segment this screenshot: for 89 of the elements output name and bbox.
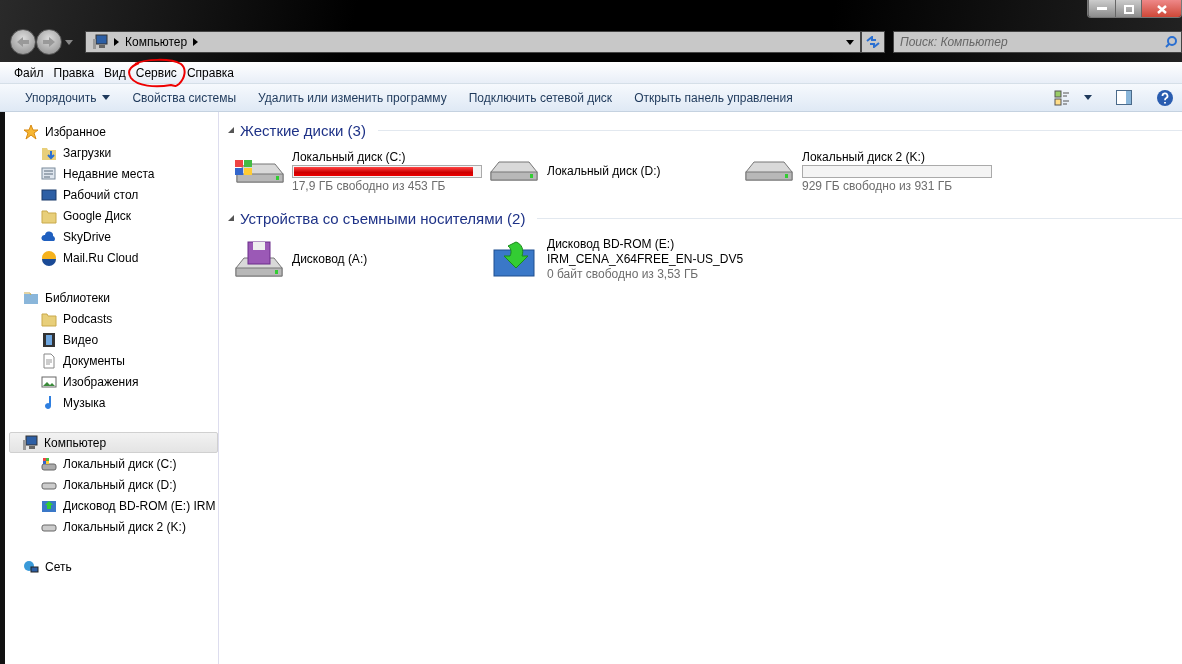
- drive-tile[interactable]: Локальный диск (D:): [487, 142, 742, 200]
- computer-icon: [92, 34, 108, 50]
- nav-tree-item[interactable]: Недавние места: [5, 163, 218, 184]
- refresh-button[interactable]: [861, 31, 885, 53]
- close-button[interactable]: [1141, 0, 1181, 17]
- refresh-arrows-icon: [866, 36, 880, 48]
- dropdown-caret-icon[interactable]: [846, 39, 854, 45]
- video-icon: [41, 331, 57, 348]
- nav-tree-item[interactable]: Google Диск: [5, 205, 218, 226]
- breadcrumb-arrow-icon[interactable]: [114, 38, 119, 46]
- address-bar[interactable]: Компьютер: [85, 31, 861, 53]
- close-icon: [1156, 4, 1167, 14]
- back-button[interactable]: [10, 29, 36, 55]
- toolbar-command[interactable]: Удалить или изменить программу: [247, 86, 458, 109]
- group-heading: Жесткие диски (3): [240, 121, 366, 139]
- folder-icon: [41, 207, 57, 224]
- menu-item[interactable]: Файл: [9, 65, 49, 80]
- picture-icon: [41, 373, 57, 390]
- drive-tile[interactable]: Локальный диск (C:) 17,9 ГБ свободно из 453 ГБ: [232, 142, 487, 200]
- floppy-drive-icon: [235, 241, 283, 277]
- nav-tree-item[interactable]: Локальный диск 2 (K:): [5, 516, 218, 537]
- drive-detail: IRM_CENA_X64FREE_EN-US_DV5: [547, 252, 744, 266]
- star-icon: [23, 123, 39, 140]
- folder-icon: [41, 310, 57, 327]
- maximize-button[interactable]: [1115, 0, 1141, 17]
- document-icon: [41, 352, 57, 369]
- drive-name: Локальный диск 2 (K:): [802, 149, 926, 164]
- drive-name: Локальный диск (D:): [547, 164, 661, 178]
- caret-icon[interactable]: [1084, 95, 1092, 100]
- back-arrow-icon: [17, 37, 29, 47]
- forward-arrow-icon: [43, 37, 55, 47]
- minimize-icon: [1097, 7, 1107, 11]
- menu-item[interactable]: Правка: [48, 65, 100, 80]
- toolbar-command[interactable]: Открыть панель управления: [623, 86, 804, 109]
- nav-tree-item[interactable]: Дисковод BD-ROM (E:) IRM: [5, 495, 218, 516]
- nav-tree-item[interactable]: Документы: [5, 350, 218, 371]
- toolbar-command[interactable]: Свойства системы: [121, 86, 248, 109]
- collapse-triangle-icon[interactable]: [228, 127, 234, 133]
- recent-icon: [41, 165, 57, 182]
- nav-tree-item[interactable]: Музыка: [5, 392, 218, 413]
- nav-tree-item[interactable]: Локальный диск (C:): [5, 453, 218, 474]
- drive-detail: 0 байт свободно из 3,53 ГБ: [547, 267, 700, 281]
- breadcrumb[interactable]: Компьютер: [125, 35, 188, 49]
- toolbar-command[interactable]: Подключить сетевой диск: [457, 86, 624, 109]
- network-icon: [23, 558, 39, 575]
- maximize-icon: [1123, 4, 1134, 14]
- nav-tree-item[interactable]: Рабочий стол: [5, 184, 218, 205]
- nav-tree-item[interactable]: Изображения: [5, 371, 218, 392]
- drive-detail: 929 ГБ свободно из 931 ГБ: [802, 178, 954, 193]
- help-icon[interactable]: [1156, 88, 1174, 107]
- collapse-triangle-icon[interactable]: [228, 215, 234, 221]
- nav-tree-item[interactable]: Загрузки: [5, 142, 218, 163]
- nav-tree-item[interactable]: Видео: [5, 329, 218, 350]
- search-field[interactable]: Поиск: Компьютер: [893, 31, 1182, 53]
- hard-drive-icon: [490, 161, 538, 181]
- menu-item[interactable]: Справка: [181, 65, 239, 80]
- minimize-button[interactable]: [1088, 0, 1115, 17]
- drive-name: Локальный диск (C:): [292, 149, 407, 164]
- nav-tree-item[interactable]: Компьютер: [9, 432, 218, 453]
- caret-icon: [102, 95, 111, 100]
- hard-drive-icon: [745, 161, 793, 181]
- computer-icon: [22, 434, 38, 451]
- drive-tile[interactable]: Дисковод (A:): [232, 230, 487, 288]
- preview-pane-icon[interactable]: [1116, 90, 1132, 105]
- desktop-icon: [41, 186, 57, 203]
- nav-tree-item[interactable]: SkyDrive: [5, 226, 218, 247]
- disc-drive-icon: [493, 241, 535, 277]
- nav-tree-item[interactable]: Podcasts: [5, 308, 218, 329]
- forward-button[interactable]: [36, 29, 62, 55]
- nav-tree-item[interactable]: Избранное: [5, 121, 218, 142]
- history-caret-icon[interactable]: [65, 39, 73, 45]
- toolbar-command[interactable]: Упорядочить: [14, 86, 122, 109]
- group-heading: Устройства со съемными носителями (2): [240, 209, 526, 227]
- nav-tree-item[interactable]: Mail.Ru Cloud: [5, 247, 218, 268]
- system-drive-icon: [41, 455, 57, 472]
- drive-tile[interactable]: Локальный диск 2 (K:) 929 ГБ свободно из 931 ГБ: [742, 142, 997, 200]
- nav-tree-item[interactable]: Сеть: [5, 556, 218, 577]
- breadcrumb-arrow-icon[interactable]: [193, 38, 199, 46]
- nav-tree-item[interactable]: Локальный диск (D:): [5, 474, 218, 495]
- menu-item[interactable]: Вид: [99, 65, 131, 80]
- system-drive-icon: [234, 159, 284, 183]
- nav-tree-item[interactable]: Библиотеки: [5, 287, 218, 308]
- drive-detail: 17,9 ГБ свободно из 453 ГБ: [292, 178, 447, 193]
- drive-tile[interactable]: Дисковод BD-ROM (E:) IRM_CENA_X64FREE_EN-US_DV5 0 байт свободно из 3,53 ГБ: [487, 230, 742, 288]
- drive-name: Дисковод (A:): [292, 252, 368, 266]
- menu-item[interactable]: Сервис: [130, 65, 182, 80]
- view-options-icon[interactable]: [1054, 89, 1070, 106]
- drive-name: Дисковод BD-ROM (E:): [547, 237, 676, 251]
- search-icon[interactable]: [1165, 36, 1177, 48]
